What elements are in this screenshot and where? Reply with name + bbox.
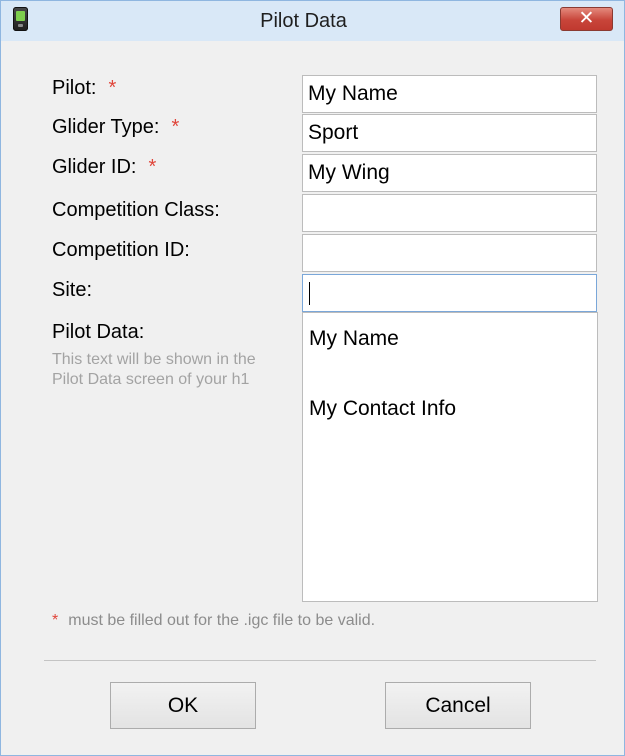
- pilot-data-textarea[interactable]: My Name My Contact Info: [302, 312, 598, 602]
- pilot-label-text: Pilot:: [52, 77, 97, 99]
- required-star: *: [171, 116, 180, 138]
- close-button[interactable]: ✕: [560, 7, 613, 31]
- footnote-text: must be filled out for the .igc file to …: [68, 612, 376, 629]
- site-label: Site:: [52, 279, 93, 301]
- pilot-label: Pilot: *: [52, 77, 116, 100]
- pilot-data-hint: This text will be shown in the Pilot Dat…: [52, 351, 256, 388]
- pilot-data-line: My Contact Info: [309, 397, 457, 420]
- pilot-data-dialog: Pilot Data ✕ Pilot: * Glider Type: * Glide…: [0, 0, 625, 756]
- title-bar[interactable]: Pilot Data ✕: [1, 1, 624, 41]
- pilot-data-label: Pilot Data:: [52, 321, 145, 343]
- competition-id-label: Competition ID:: [52, 239, 190, 261]
- glider-type-field[interactable]: Sport: [302, 114, 597, 152]
- required-footnote: * must be filled out for the .igc file to…: [52, 612, 375, 630]
- pilot-data-line: My Name: [309, 327, 399, 350]
- competition-class-label: Competition Class:: [52, 199, 220, 221]
- glider-type-label-text: Glider Type:: [52, 116, 160, 138]
- glider-id-field[interactable]: My Wing: [302, 154, 597, 192]
- glider-type-label: Glider Type: *: [52, 116, 179, 139]
- site-field[interactable]: [302, 274, 597, 312]
- required-star: *: [148, 156, 157, 178]
- ok-button[interactable]: OK: [110, 682, 256, 729]
- text-caret: [309, 282, 310, 305]
- glider-id-label-text: Glider ID:: [52, 156, 137, 178]
- divider: [44, 660, 596, 661]
- required-star: *: [52, 612, 59, 629]
- window-title: Pilot Data: [260, 10, 347, 32]
- pilot-data-line: [309, 356, 591, 391]
- competition-id-field[interactable]: [302, 234, 597, 272]
- required-star: *: [108, 77, 117, 99]
- competition-class-field[interactable]: [302, 194, 597, 232]
- glider-id-label: Glider ID: *: [52, 156, 156, 179]
- close-icon: ✕: [578, 8, 595, 29]
- pilot-field[interactable]: My Name: [302, 75, 597, 113]
- cancel-button[interactable]: Cancel: [385, 682, 531, 729]
